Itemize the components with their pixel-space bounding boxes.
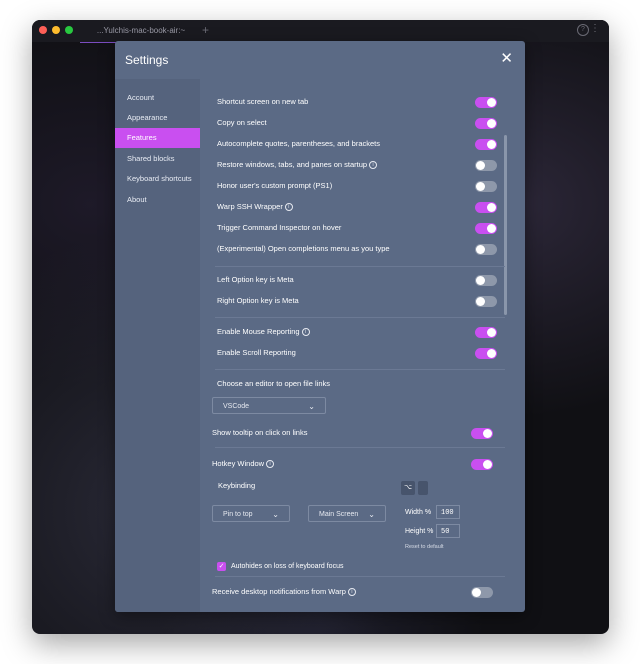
- tooltip-toggle[interactable]: [471, 428, 493, 439]
- setting-row: Enable Scroll Reporting: [200, 343, 500, 363]
- sidebar-item-appearance[interactable]: Appearance: [115, 108, 200, 128]
- key-slot: [418, 481, 428, 495]
- sidebar-item-keyboard-shortcuts[interactable]: Keyboard shortcuts: [115, 169, 200, 189]
- close-window-button[interactable]: [39, 26, 47, 34]
- divider: [215, 266, 505, 267]
- hotkey-label: Hotkey Window: [212, 459, 265, 468]
- setting-label: Left Option key is Meta: [217, 275, 294, 284]
- setting-row: Show tooltip on click on links: [200, 423, 500, 443]
- custom-prompt-toggle[interactable]: [475, 181, 497, 192]
- autohide-checkbox[interactable]: ✓: [217, 562, 226, 571]
- right-option-meta-toggle[interactable]: [475, 296, 497, 307]
- editor-dropdown[interactable]: VSCode ⌄: [212, 397, 326, 414]
- height-input[interactable]: 50: [436, 524, 460, 538]
- reset-to-default-link[interactable]: Reset to default: [405, 544, 444, 550]
- sidebar-item-account[interactable]: Account: [115, 88, 200, 108]
- sidebar-item-features[interactable]: Features: [115, 128, 200, 148]
- setting-label: Warp SSH Wrapper: [217, 202, 283, 211]
- ssh-wrapper-toggle[interactable]: [475, 202, 497, 213]
- titlebar: ...Yulchis-mac-book-air:~ + ? ⋮: [32, 20, 609, 43]
- terminal-tab[interactable]: ...Yulchis-mac-book-air:~: [80, 20, 202, 43]
- width-label: Width %: [405, 509, 432, 516]
- close-icon[interactable]: ✕: [500, 51, 513, 67]
- left-option-meta-toggle[interactable]: [475, 275, 497, 286]
- help-icon[interactable]: ?: [577, 24, 589, 36]
- setting-row: Shortcut screen on new tab: [200, 92, 500, 112]
- sidebar-item-about[interactable]: About: [115, 190, 200, 210]
- divider: [215, 576, 505, 577]
- setting-label: Autocomplete quotes, parentheses, and br…: [217, 139, 381, 148]
- restore-windows-toggle[interactable]: [475, 160, 497, 171]
- editor-dropdown-value: VSCode: [223, 403, 250, 410]
- setting-row: (Experimental) Open completions menu as …: [200, 239, 500, 259]
- setting-label: Trigger Command Inspector on hover: [217, 223, 342, 232]
- setting-row: Hotkey Window i: [200, 454, 500, 474]
- settings-dialog: Settings ✕ Account Appearance Features S…: [115, 41, 525, 612]
- setting-row: Left Option key is Meta: [200, 270, 500, 290]
- autohide-label: Autohides on loss of keyboard focus: [231, 563, 344, 570]
- setting-label: Shortcut screen on new tab: [217, 97, 309, 106]
- settings-header: Settings ✕: [115, 41, 525, 79]
- zoom-window-button[interactable]: [65, 26, 73, 34]
- setting-label: Right Option key is Meta: [217, 296, 299, 305]
- mouse-reporting-toggle[interactable]: [475, 327, 497, 338]
- hotkey-window-toggle[interactable]: [471, 459, 493, 470]
- screen-dropdown[interactable]: Main Screen ⌄: [308, 505, 386, 522]
- setting-label: Enable Scroll Reporting: [217, 348, 296, 357]
- notifications-toggle[interactable]: [471, 587, 493, 598]
- setting-row: Trigger Command Inspector on hover: [200, 218, 500, 238]
- new-tab-icon[interactable]: +: [202, 23, 209, 37]
- setting-row: Right Option key is Meta: [200, 291, 500, 311]
- chevron-down-icon: ⌄: [272, 510, 279, 519]
- chevron-down-icon: ⌄: [308, 402, 315, 411]
- settings-sidebar: Account Appearance Features Shared block…: [115, 79, 200, 612]
- height-label: Height %: [405, 528, 434, 535]
- scroll-reporting-toggle[interactable]: [475, 348, 497, 359]
- setting-row: Restore windows, tabs, and panes on star…: [200, 155, 500, 175]
- keybinding-keys[interactable]: ⌥: [401, 481, 431, 495]
- keybinding-label: Keybinding: [218, 481, 256, 490]
- setting-row: Autocomplete quotes, parentheses, and br…: [200, 134, 500, 154]
- info-icon[interactable]: i: [284, 203, 293, 212]
- setting-row: Choose an editor to open file links: [200, 374, 500, 394]
- divider: [215, 317, 505, 318]
- setting-row: Warp SSH Wrapper i: [200, 197, 500, 217]
- option-key-icon: ⌥: [401, 481, 415, 495]
- pin-position-dropdown[interactable]: Pin to top ⌄: [212, 505, 290, 522]
- chevron-down-icon: ⌄: [368, 510, 375, 519]
- setting-label: (Experimental) Open completions menu as …: [217, 244, 390, 253]
- width-input[interactable]: 100: [436, 505, 460, 519]
- completions-menu-toggle[interactable]: [475, 244, 497, 255]
- info-icon[interactable]: i: [266, 460, 275, 469]
- pin-dropdown-value: Pin to top: [223, 511, 253, 518]
- divider: [215, 369, 505, 370]
- shortcut-screen-toggle[interactable]: [475, 97, 497, 108]
- notifications-label: Receive desktop notifications from Warp: [212, 587, 346, 596]
- setting-row: Honor user's custom prompt (PS1): [200, 176, 500, 196]
- sidebar-item-shared-blocks[interactable]: Shared blocks: [115, 149, 200, 169]
- info-icon[interactable]: i: [301, 328, 310, 337]
- setting-label: Enable Mouse Reporting: [217, 327, 300, 336]
- setting-label: Restore windows, tabs, and panes on star…: [217, 160, 368, 169]
- screen-dropdown-value: Main Screen: [319, 511, 359, 518]
- setting-label: Honor user's custom prompt (PS1): [217, 181, 333, 190]
- editor-label: Choose an editor to open file links: [217, 379, 330, 388]
- setting-row: Enable Mouse Reporting i: [200, 322, 500, 342]
- divider: [215, 447, 505, 448]
- info-icon[interactable]: i: [369, 161, 378, 170]
- features-panel: Shortcut screen on new tab Copy on selec…: [200, 79, 525, 612]
- setting-row: Copy on select: [200, 113, 500, 133]
- copy-on-select-toggle[interactable]: [475, 118, 497, 129]
- setting-row: Receive desktop notifications from Warp i: [200, 582, 500, 602]
- tooltip-label: Show tooltip on click on links: [212, 428, 308, 437]
- minimize-window-button[interactable]: [52, 26, 60, 34]
- autocomplete-brackets-toggle[interactable]: [475, 139, 497, 150]
- settings-title: Settings: [125, 53, 169, 67]
- scrollbar[interactable]: [504, 135, 507, 315]
- more-options-icon[interactable]: ⋮: [590, 23, 600, 34]
- setting-label: Copy on select: [217, 118, 267, 127]
- info-icon[interactable]: i: [347, 588, 356, 597]
- command-inspector-toggle[interactable]: [475, 223, 497, 234]
